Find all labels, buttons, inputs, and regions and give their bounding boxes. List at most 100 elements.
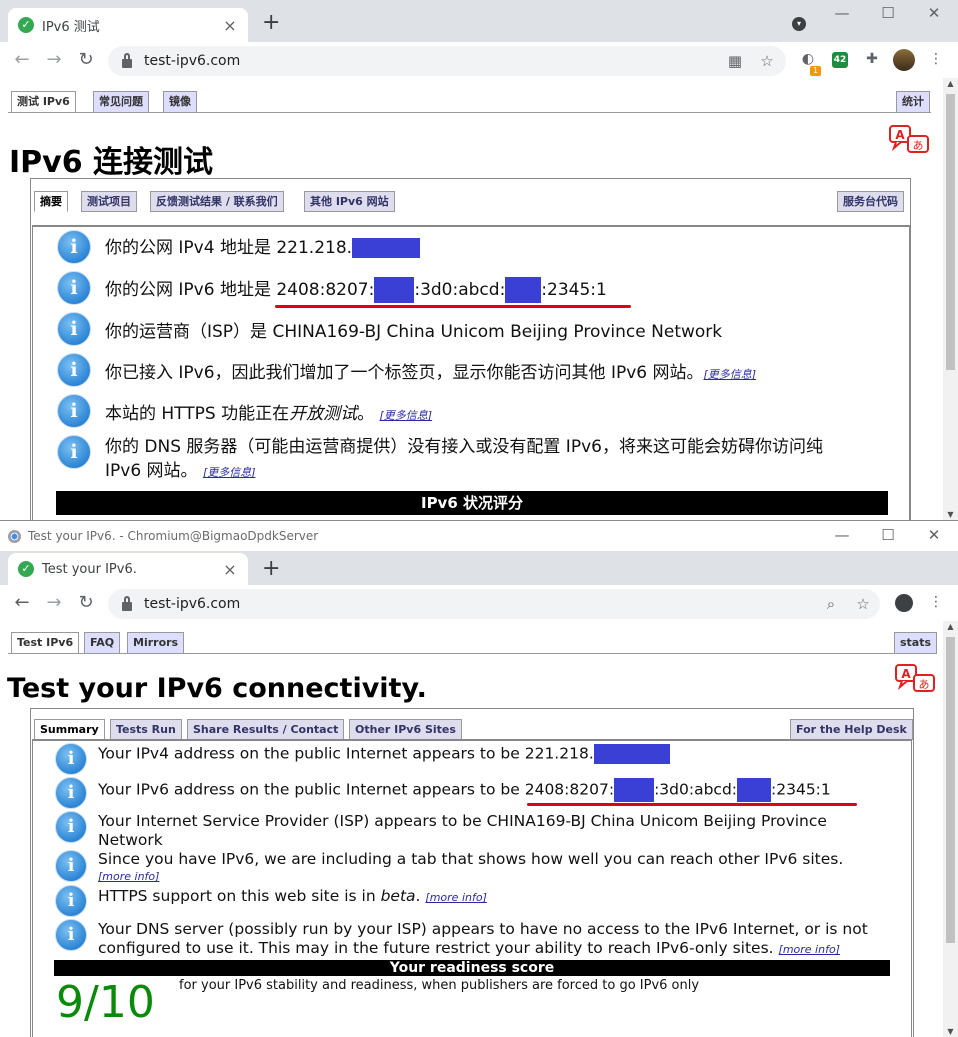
scroll-up-icon[interactable]: ▲ [943,79,958,88]
profile-icon[interactable] [895,594,913,612]
more-info-link[interactable]: [更多信息] [380,409,433,422]
browser-toolbar: ← → ↻ test-ipv6.com ⌕ ☆ ⋮ [0,585,958,621]
close-tab-icon[interactable]: × [222,16,238,35]
redacted-block [737,778,772,802]
puzzle-extensions-icon[interactable]: ✚ [862,51,882,67]
minimize-icon[interactable]: — [832,4,852,22]
maximize-icon[interactable]: ☐ [878,4,898,22]
close-window-icon[interactable]: ✕ [924,4,944,22]
tab-faq[interactable]: 常见问题 [93,91,149,113]
tab-mirrors[interactable]: 镜像 [163,91,197,113]
red-underline [527,803,857,806]
tab-faq[interactable]: FAQ [84,632,121,654]
scroll-thumb[interactable] [946,637,955,943]
profile-avatar[interactable] [893,49,915,71]
back-icon[interactable]: ← [12,593,32,613]
scroll-thumb[interactable] [946,94,955,370]
tab-stats[interactable]: stats [894,632,938,654]
info-icon: i [57,271,91,305]
ipv4-text: 你的公网 IPv4 地址是 221.218. [105,233,421,258]
menu-dots-icon[interactable]: ⋮ [926,594,946,610]
tab-divider [8,112,931,113]
subtab-help-desk[interactable]: For the Help Desk [790,719,913,740]
tab-stats[interactable]: 统计 [896,91,930,113]
page-content: Test IPv6 FAQ Mirrors stats A あ Test you… [0,621,943,1037]
forward-icon[interactable]: → [44,593,64,613]
ipv6-text: Your IPv6 address on the public Internet… [98,778,831,802]
url-text: test-ipv6.com [144,596,241,612]
more-info-link[interactable]: [更多信息] [704,368,757,381]
tab-mirrors[interactable]: Mirrors [127,632,185,654]
scroll-up-icon[interactable]: ▲ [943,622,958,631]
extension-icon[interactable]: ◐ [798,51,818,67]
forward-icon[interactable]: → [44,50,64,70]
dns-text: Your DNS server (possibly run by your IS… [98,920,868,957]
more-info-link[interactable]: [more info] [98,868,843,885]
subtab-share-results[interactable]: 反馈测试结果 / 联系我们 [150,191,284,212]
tab-test-ipv6[interactable]: Test IPv6 [11,632,80,654]
ipv4-text: Your IPv4 address on the public Internet… [98,744,670,764]
info-icon: i [57,394,91,428]
page-title: Test your IPv6 connectivity. [7,673,427,704]
bookmark-star-icon[interactable]: ☆ [758,52,776,70]
new-tab-icon[interactable]: + [262,12,280,34]
subtab-tests-run[interactable]: Tests Run [110,719,182,740]
subtab-other-sites[interactable]: 其他 IPv6 网站 [304,191,395,212]
readiness-score-bar: IPv6 状况评分 [56,491,888,515]
tab-test-ipv6[interactable]: 测试 IPv6 [11,91,76,113]
close-window-icon[interactable]: ✕ [924,526,944,544]
language-switch-icon[interactable]: A あ [894,663,936,695]
dns-text: 你的 DNS 服务器（可能由运营商提供）没有接入或没有配置 IPv6，将来这可能… [105,437,823,481]
info-icon: i [55,743,87,775]
browser-tab[interactable]: ✓ Test your IPv6. × [8,553,248,585]
zoom-icon[interactable]: ⌕ [822,595,840,613]
tab-title: Test your IPv6. [42,561,137,577]
close-tab-icon[interactable]: × [222,560,238,579]
tab-search-icon[interactable]: ▾ [792,17,806,31]
svg-text:あ: あ [913,139,924,152]
subtab-summary[interactable]: Summary [34,719,105,740]
bookmark-star-icon[interactable]: ☆ [854,595,872,613]
scrollbar[interactable]: ▲ ▼ [943,78,958,520]
summary-panel: 摘要 测试项目 反馈测试结果 / 联系我们 其他 IPv6 网站 服务台代码 i… [30,178,911,520]
reload-icon[interactable]: ↻ [76,50,96,70]
scrollbar[interactable]: ▲ ▼ [943,621,958,1037]
subtab-share-results[interactable]: Share Results / Contact [187,719,345,740]
ipv6-tab-text: 你已接入 IPv6，因此我们增加了一个标签页，显示你能否访问其他 IPv6 网站… [105,363,757,383]
subtab-summary[interactable]: 摘要 [34,191,68,212]
more-info-link[interactable]: [更多信息] [203,466,256,479]
back-icon[interactable]: ← [12,50,32,70]
redacted-block [593,744,670,764]
redacted-block [614,778,655,802]
extension-counter-icon[interactable]: 42 [832,52,848,68]
browser-tab[interactable]: ✓ IPv6 测试 × [8,8,248,42]
redacted-block [374,277,415,303]
new-tab-icon[interactable]: + [262,558,280,580]
lock-icon [122,52,132,68]
readiness-score: 9/10 [56,977,155,1028]
menu-dots-icon[interactable]: ⋮ [926,51,946,67]
info-icon: i [57,230,91,264]
scroll-down-icon[interactable]: ▼ [943,1027,958,1036]
browser-toolbar: ← → ↻ test-ipv6.com ▦ ☆ ◐ 1 42 ✚ ⋮ [0,42,958,78]
more-info-link[interactable]: [more info] [779,943,840,956]
more-info-link[interactable]: [more info] [425,891,486,904]
check-favicon-icon: ✓ [18,561,34,577]
red-underline [275,305,631,308]
minimize-icon[interactable]: — [832,526,852,544]
top-browser-window: ✓ IPv6 测试 × + ▾ — ☐ ✕ ← → ↻ test-ipv6.co… [0,0,958,520]
subtab-other-sites[interactable]: Other IPv6 Sites [349,719,462,740]
language-switch-icon[interactable]: A あ [888,124,930,156]
redacted-block [352,238,421,258]
address-bar[interactable]: test-ipv6.com ▦ ☆ [108,46,786,76]
tab-strip: ✓ Test your IPv6. × + [0,551,958,585]
address-bar[interactable]: test-ipv6.com ⌕ ☆ [108,589,880,619]
maximize-icon[interactable]: ☐ [878,526,898,544]
reload-icon[interactable]: ↻ [76,593,96,613]
scroll-down-icon[interactable]: ▼ [943,510,958,519]
qr-code-icon[interactable]: ▦ [726,52,744,70]
subtab-tests-run[interactable]: 测试项目 [81,191,137,212]
subtab-help-desk[interactable]: 服务台代码 [837,191,904,212]
isp-text: 你的运营商（ISP）是 CHINA169-BJ China Unicom Bei… [105,322,723,342]
check-favicon-icon: ✓ [18,17,34,33]
